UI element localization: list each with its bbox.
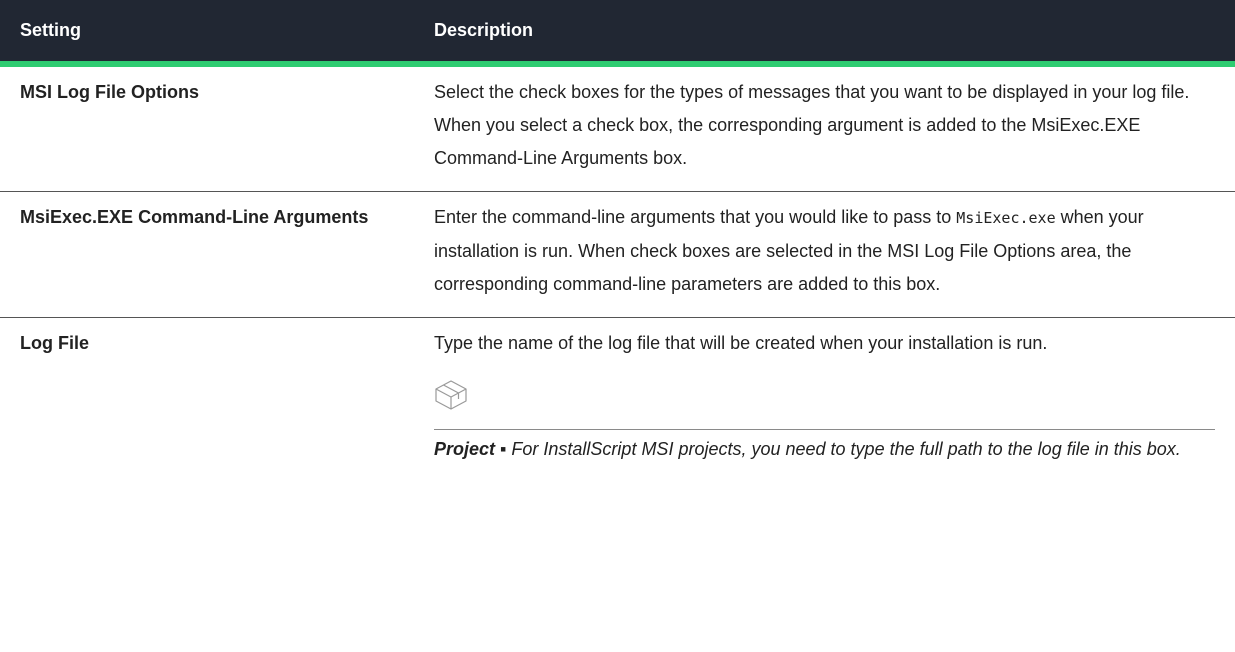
- project-box-icon: [435, 380, 467, 410]
- table-row: Log File Type the name of the log file t…: [0, 318, 1235, 483]
- setting-description: Enter the command-line arguments that yo…: [413, 191, 1235, 318]
- setting-description: Type the name of the log file that will …: [413, 318, 1235, 483]
- setting-name: MSI Log File Options: [0, 64, 413, 192]
- description-column-header: Description: [413, 0, 1235, 67]
- description-text: Type the name of the log file that will …: [434, 333, 1048, 353]
- setting-name: MsiExec.EXE Command-Line Arguments: [0, 191, 413, 318]
- setting-column-header: Setting: [0, 0, 413, 67]
- setting-name: Log File: [20, 333, 89, 353]
- setting-description: Select the check boxes for the types of …: [413, 64, 1235, 192]
- settings-table: Setting Description MSI Log File Options…: [0, 0, 1235, 482]
- table-header-row: Setting Description: [0, 0, 1235, 67]
- table-row: MsiExec.EXE Command-Line Arguments Enter…: [0, 191, 1235, 318]
- note-text: Project ▪ For InstallScript MSI projects…: [434, 430, 1215, 466]
- description-text: Enter the command-line arguments that yo…: [434, 207, 957, 227]
- note-body: For InstallScript MSI projects, you need…: [506, 439, 1181, 459]
- project-note: Project ▪ For InstallScript MSI projects…: [434, 360, 1215, 466]
- table-row: MSI Log File Options Select the check bo…: [0, 64, 1235, 192]
- note-label: Project ▪: [434, 439, 507, 459]
- code-snippet: MsiExec.exe: [956, 209, 1056, 227]
